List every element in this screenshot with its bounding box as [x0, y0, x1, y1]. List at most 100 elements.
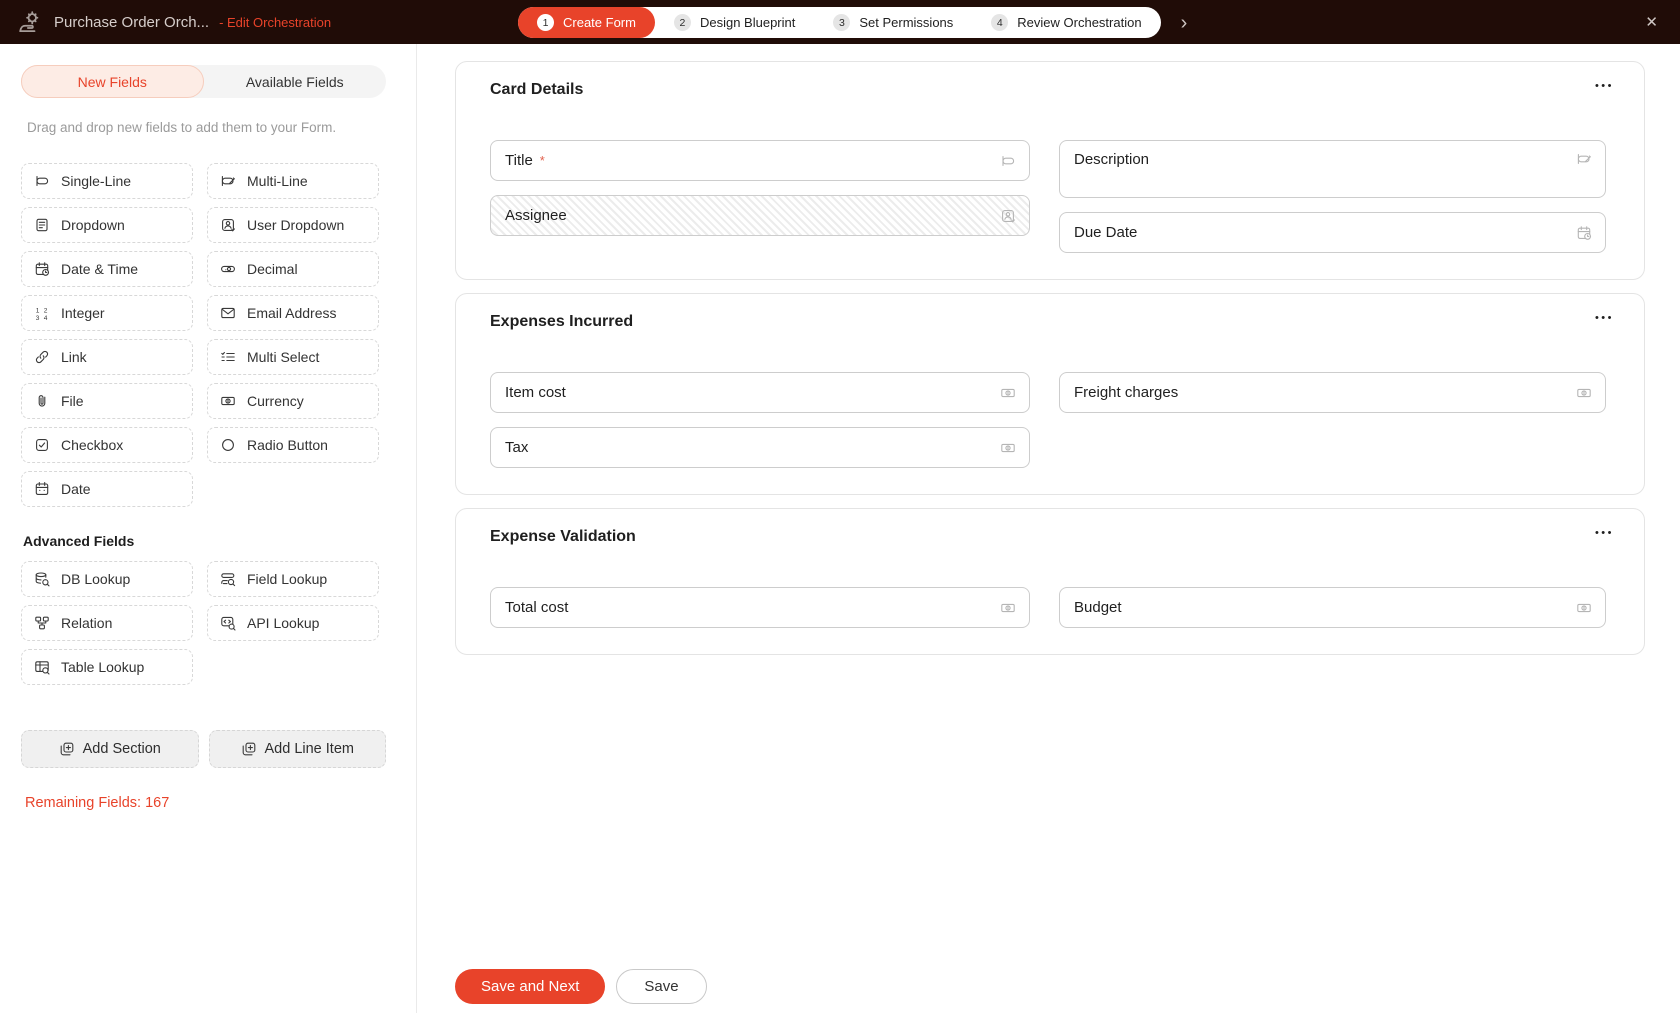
currency-icon — [1576, 385, 1592, 401]
field-button-decimal[interactable]: Decimal — [207, 251, 379, 287]
field-button-link[interactable]: Link — [21, 339, 193, 375]
date-icon — [34, 481, 50, 497]
advanced-fields-heading: Advanced Fields — [23, 533, 386, 549]
field-button-relation[interactable]: Relation — [21, 605, 193, 641]
tab-new-fields[interactable]: New Fields — [21, 65, 204, 98]
tab-available-fields[interactable]: Available Fields — [204, 65, 387, 98]
date-time-icon — [34, 261, 50, 277]
section-more-menu-button[interactable]: ••• — [1591, 308, 1618, 328]
field-button-label: Multi Select — [247, 349, 319, 365]
currency-icon — [220, 393, 236, 409]
section-title: Expenses Incurred — [490, 312, 1606, 332]
new-fields-grid: Single-Line Multi-Line Dropdown User Dropdo… — [21, 163, 386, 507]
file-icon — [34, 393, 50, 409]
field-button-email-address[interactable]: Email Address — [207, 295, 379, 331]
field-button-currency[interactable]: Currency — [207, 383, 379, 419]
step-number: 4 — [991, 14, 1008, 31]
form-field-assignee[interactable]: Assignee — [490, 195, 1030, 236]
step-label: Create Form — [563, 15, 636, 30]
field-button-label: Email Address — [247, 305, 336, 321]
sidebar: New FieldsAvailable Fields Drag and drop… — [0, 44, 417, 1013]
step-create-form[interactable]: 1Create Form — [518, 7, 655, 38]
form-section-card-details: Card Details••• Title* Assignee Description… — [455, 61, 1645, 280]
currency-icon — [1000, 600, 1016, 616]
form-field-tax[interactable]: Tax — [490, 427, 1030, 468]
field-button-label: DB Lookup — [61, 571, 130, 587]
save-and-next-button[interactable]: Save and Next — [455, 969, 605, 1004]
field-button-user-dropdown[interactable]: User Dropdown — [207, 207, 379, 243]
section-column-right: Description Due Date — [1059, 140, 1606, 253]
form-field-description[interactable]: Description — [1059, 140, 1606, 198]
add-buttons-row: Add Section Add Line Item — [21, 730, 386, 768]
field-button-label: Checkbox — [61, 437, 123, 453]
chevron-right-icon: › — [1181, 12, 1188, 34]
field-button-label: Multi-Line — [247, 173, 308, 189]
step-review-orchestration[interactable]: 4 Review Orchestration — [972, 7, 1160, 38]
form-field-total-cost[interactable]: Total cost — [490, 587, 1030, 628]
form-field-label: Total cost — [505, 599, 568, 616]
field-button-label: Table Lookup — [61, 659, 144, 675]
field-button-table-lookup[interactable]: Table Lookup — [21, 649, 193, 685]
stepper-next-button[interactable]: › — [1177, 11, 1192, 35]
field-button-dropdown[interactable]: Dropdown — [21, 207, 193, 243]
field-button-label: Date — [61, 481, 91, 497]
more-menu-icon: ••• — [1595, 312, 1614, 324]
orchestration-logo-icon — [16, 9, 42, 35]
section-more-menu-button[interactable]: ••• — [1591, 523, 1618, 543]
form-field-label: Tax — [505, 439, 528, 456]
form-field-label: Freight charges — [1074, 384, 1178, 401]
field-button-label: Currency — [247, 393, 304, 409]
single-line-icon — [34, 173, 50, 189]
decimal-icon — [220, 261, 236, 277]
form-canvas: Card Details•••Title*AssigneeDescription… — [417, 44, 1680, 1013]
field-button-single-line[interactable]: Single-Line — [21, 163, 193, 199]
multi-line-icon — [1576, 151, 1592, 167]
user-dropdown-icon — [220, 217, 236, 233]
form-section-expense-validation: Expense Validation••• Total cost Budget — [455, 508, 1645, 655]
step-label: Review Orchestration — [1017, 15, 1141, 30]
link-icon — [34, 349, 50, 365]
radio-icon — [220, 437, 236, 453]
field-button-file[interactable]: File — [21, 383, 193, 419]
stepper: 1Create Form2Design Blueprint3Set Permis… — [518, 7, 1191, 38]
field-button-label: Field Lookup — [247, 571, 327, 587]
field-button-date[interactable]: Date — [21, 471, 193, 507]
step-set-permissions[interactable]: 3Set Permissions — [814, 7, 972, 38]
single-line-icon — [1000, 153, 1016, 169]
field-button-date-time[interactable]: Date & Time — [21, 251, 193, 287]
svg-text:1 2: 1 2 — [36, 307, 49, 314]
field-button-db-lookup[interactable]: DB Lookup — [21, 561, 193, 597]
more-menu-icon: ••• — [1595, 80, 1614, 92]
field-button-api-lookup[interactable]: API Lookup — [207, 605, 379, 641]
section-body: Total cost Budget — [490, 587, 1606, 628]
step-design-blueprint[interactable]: 2Design Blueprint — [655, 7, 814, 38]
form-field-item-cost[interactable]: Item cost — [490, 372, 1030, 413]
form-field-due-date[interactable]: Due Date — [1059, 212, 1606, 253]
field-button-label: Integer — [61, 305, 105, 321]
form-field-freight-charges[interactable]: Freight charges — [1059, 372, 1606, 413]
section-more-menu-button[interactable]: ••• — [1591, 76, 1618, 96]
section-title: Expense Validation — [490, 527, 1606, 547]
field-button-integer[interactable]: 1 23 4Integer — [21, 295, 193, 331]
form-field-label: Item cost — [505, 384, 566, 401]
step-number: 3 — [833, 14, 850, 31]
form-field-budget[interactable]: Budget — [1059, 587, 1606, 628]
form-field-title[interactable]: Title* — [490, 140, 1030, 181]
section-body: Item cost Tax Freight charges — [490, 372, 1606, 468]
field-button-multi-line[interactable]: Multi-Line — [207, 163, 379, 199]
field-button-checkbox[interactable]: Checkbox — [21, 427, 193, 463]
field-button-field-lookup[interactable]: Field Lookup — [207, 561, 379, 597]
field-button-multi-select[interactable]: Multi Select — [207, 339, 379, 375]
field-button-radio-button[interactable]: Radio Button — [207, 427, 379, 463]
add-section-button[interactable]: Add Section — [21, 730, 199, 768]
section-title: Card Details — [490, 80, 1606, 100]
remaining-fields-counter: Remaining Fields: 167 — [25, 795, 386, 811]
add-line-item-button[interactable]: Add Line Item — [209, 730, 387, 768]
close-button[interactable]: ✕ — [1641, 9, 1662, 35]
edit-orchestration-link[interactable]: - Edit Orchestration — [219, 15, 331, 30]
field-button-label: Link — [61, 349, 87, 365]
section-column-right: Budget — [1059, 587, 1606, 628]
save-button[interactable]: Save — [616, 969, 706, 1004]
section-column-left: Total cost — [490, 587, 1030, 628]
add-line-item-icon — [241, 741, 257, 757]
